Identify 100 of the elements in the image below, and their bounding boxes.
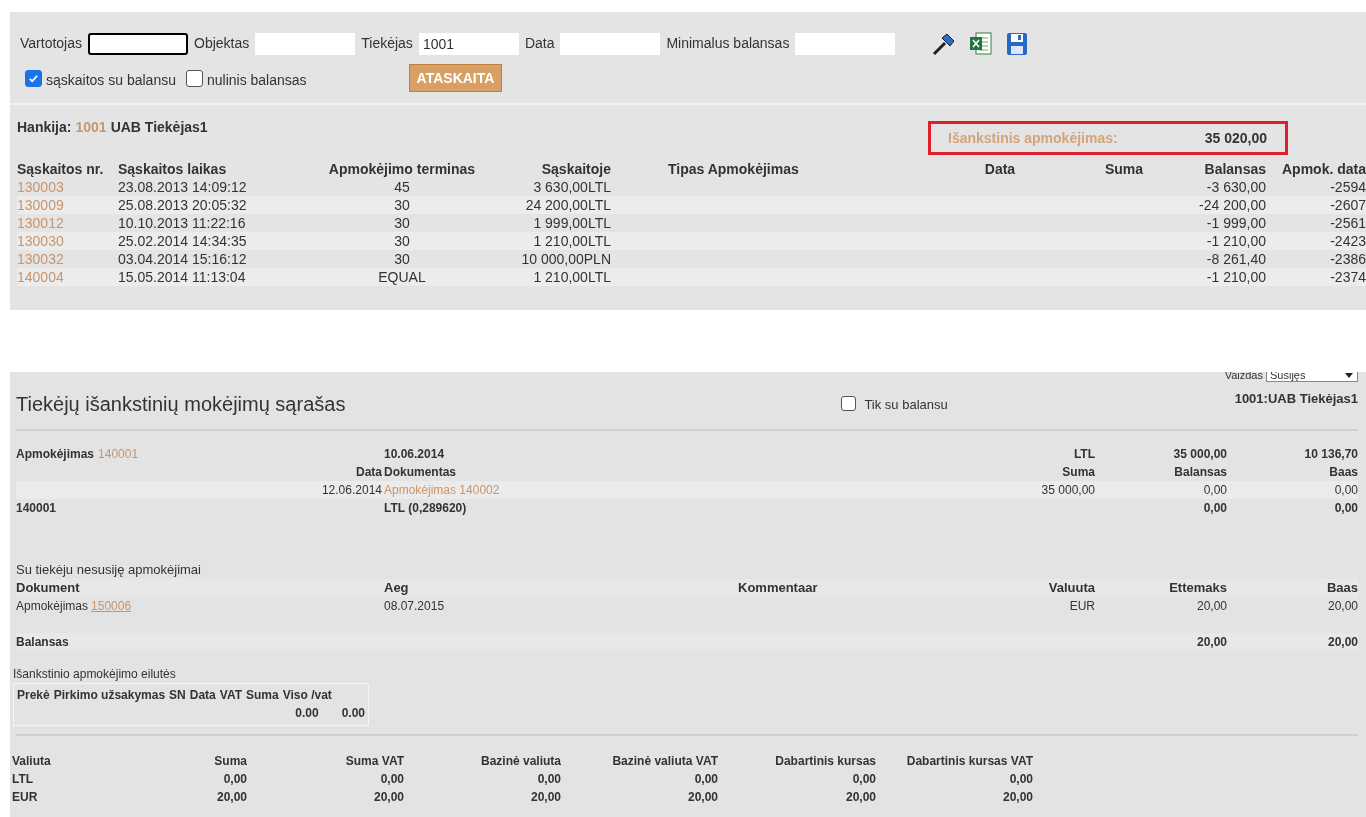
table-cell-text: 35 000,00 [1040,482,1095,499]
table-cell-text: -2386 [1329,250,1366,268]
column-header: Suma VAT [344,753,404,770]
table-cell-text: 23.08.2013 14:09:12 [118,178,248,196]
supplier-reference: 1001:UAB Tiekėjas1 [1234,390,1358,408]
table-cell-text: 20,00 [1326,598,1358,615]
table-cell-text: LTL (0,289620) [384,500,468,517]
field-label: Tiekėjas [361,34,413,53]
checkbox[interactable] [185,69,203,87]
table-cell-text: EUR [1068,598,1095,615]
balance-label: Balansas [16,634,70,651]
table-cell-text: 30 [393,214,411,232]
column-header: Valuuta [1047,579,1095,597]
table-cell-text: 20,00 [1326,634,1358,651]
invoice-link[interactable]: 130003 [17,178,118,196]
document-link[interactable]: 150006 [91,599,132,613]
payment-link[interactable]: 140001 [98,445,139,463]
table-cell-text: 0.00 [341,705,365,722]
table-cell-text: 20,00 [1195,634,1227,651]
section-title: Su tiekėju nesusiję apmokėjimai [16,562,201,577]
input-field[interactable] [88,32,188,55]
column-header: Tipas Apmokėjimas [667,160,800,178]
table-cell-text: 30 [393,196,411,214]
prepayment-value: 35 020,00 [1204,128,1267,148]
table-cell-text: -1 999,00 [1205,214,1266,232]
table-cell-text: 08.07.2015 [384,598,446,615]
column-header: Apmokėjimo terminas [327,160,477,178]
table-cell-text: -3 630,00 [1205,178,1266,196]
supplier-label: Hankija: [17,118,72,137]
column-header: Prekė [17,687,50,704]
invoice-link[interactable]: 130009 [17,196,118,214]
column-header: Bazinė valiuta [479,753,561,770]
table-cell-text: 20,00 [529,789,561,806]
column-header: Dokumentas [384,464,458,481]
table-cell-text: 0.00 [295,705,319,722]
table-cell-text: 10 000,00PLN [520,250,611,268]
table-cell-text: 0,00 [851,771,876,788]
column-header: Suma [1061,464,1095,481]
column-header: Sąskaitos laikas [118,160,228,178]
table-cell-text: 20,00 [1001,789,1033,806]
column-header: Sąskaitos nr. [17,160,105,178]
table-cell-text: EUR [12,789,39,806]
table-cell-text: -1 210,00 [1205,268,1266,286]
field-label: Objektas [194,34,250,53]
checkbox[interactable] [841,395,857,411]
column-header: VAT [219,687,242,704]
column-header: Dabartinis kursas [774,753,876,770]
checkbox-label: nulinis balansas [206,70,307,90]
page-title: Tiekėjų išankstinių mokėjimų sąrašas [16,393,346,415]
column-header: Baas [1328,464,1358,481]
document-label: Apmokėjimas [16,599,89,613]
table-cell-text: LTL [1072,446,1095,463]
document-link[interactable]: Apmokėjimas 140002 [384,483,500,497]
table-cell-text: 20,00 [686,789,718,806]
column-header: Viso /vat [282,687,332,704]
table-cell-text: 20,00 [844,789,876,806]
table-cell-text: 10 136,70 [1303,446,1358,463]
table-cell-text: 15.05.2014 11:13:04 [118,268,247,286]
input-field[interactable]: 1001 [418,32,519,55]
column-header: Suma [213,753,247,770]
invoice-link[interactable]: 130032 [17,250,118,268]
checkbox-label: Tik su balansu [864,396,948,414]
column-header: Dabartinis kursas VAT [905,753,1033,770]
table-cell-text: 1 999,00LTL [532,214,611,232]
table-cell-text: 03.04.2014 15:16:12 [118,250,248,268]
table-cell-text: 20,00 [372,789,404,806]
table-cell-text: LTL [12,771,35,788]
table-cell-text: 20,00 [215,789,247,806]
table-cell-text: -2374 [1329,268,1366,286]
table-cell-text: 25.02.2014 14:34:35 [118,232,248,250]
column-header: Pirkimo užsakymas [53,687,166,704]
table-cell-text: EQUAL [377,268,427,286]
spreadsheet-icon[interactable] [969,30,994,57]
table-cell-text: 0,00 [536,771,561,788]
table-cell-text: -1 210,00 [1205,232,1266,250]
table-cell-text: -2561 [1329,214,1366,232]
prepayment-label: Išankstinis apmokėjimas: [948,128,1118,148]
table-cell-text: 10.06.2014 [384,446,446,463]
report-button[interactable]: ATASKAITA [408,64,503,92]
checkbox[interactable] [25,69,42,87]
table-cell-text: 24 200,00LTL [524,196,611,214]
section-title: Išankstinio apmokėjimo eilutės [13,666,177,683]
table-cell-text: 25.08.2013 20:05:32 [118,196,248,214]
table-cell-text: 0,00 [1333,500,1358,517]
invoice-link[interactable]: 140004 [17,268,118,286]
table-cell-text: 1 210,00LTL [532,268,611,286]
column-header: Apmok. data [1281,160,1366,178]
caret-icon [1345,372,1353,378]
table-cell-text: 30 [393,232,411,250]
table-cell-text: 1 210,00LTL [532,232,611,250]
column-header: Valiuta [12,753,52,770]
invoice-link[interactable]: 130030 [17,232,118,250]
table-cell-text: 0,00 [1008,771,1033,788]
invoice-link[interactable]: 130012 [17,214,118,232]
table-cell-text: 35 000,00 [1172,446,1227,463]
table-cell-text: -2607 [1329,196,1366,214]
table-cell-text: 10.10.2013 11:22:16 [118,214,247,232]
table-cell-text: 30 [393,250,411,268]
column-header: Sąskaitoje [540,160,611,178]
supplier-code-link[interactable]: 1001 [75,117,107,138]
